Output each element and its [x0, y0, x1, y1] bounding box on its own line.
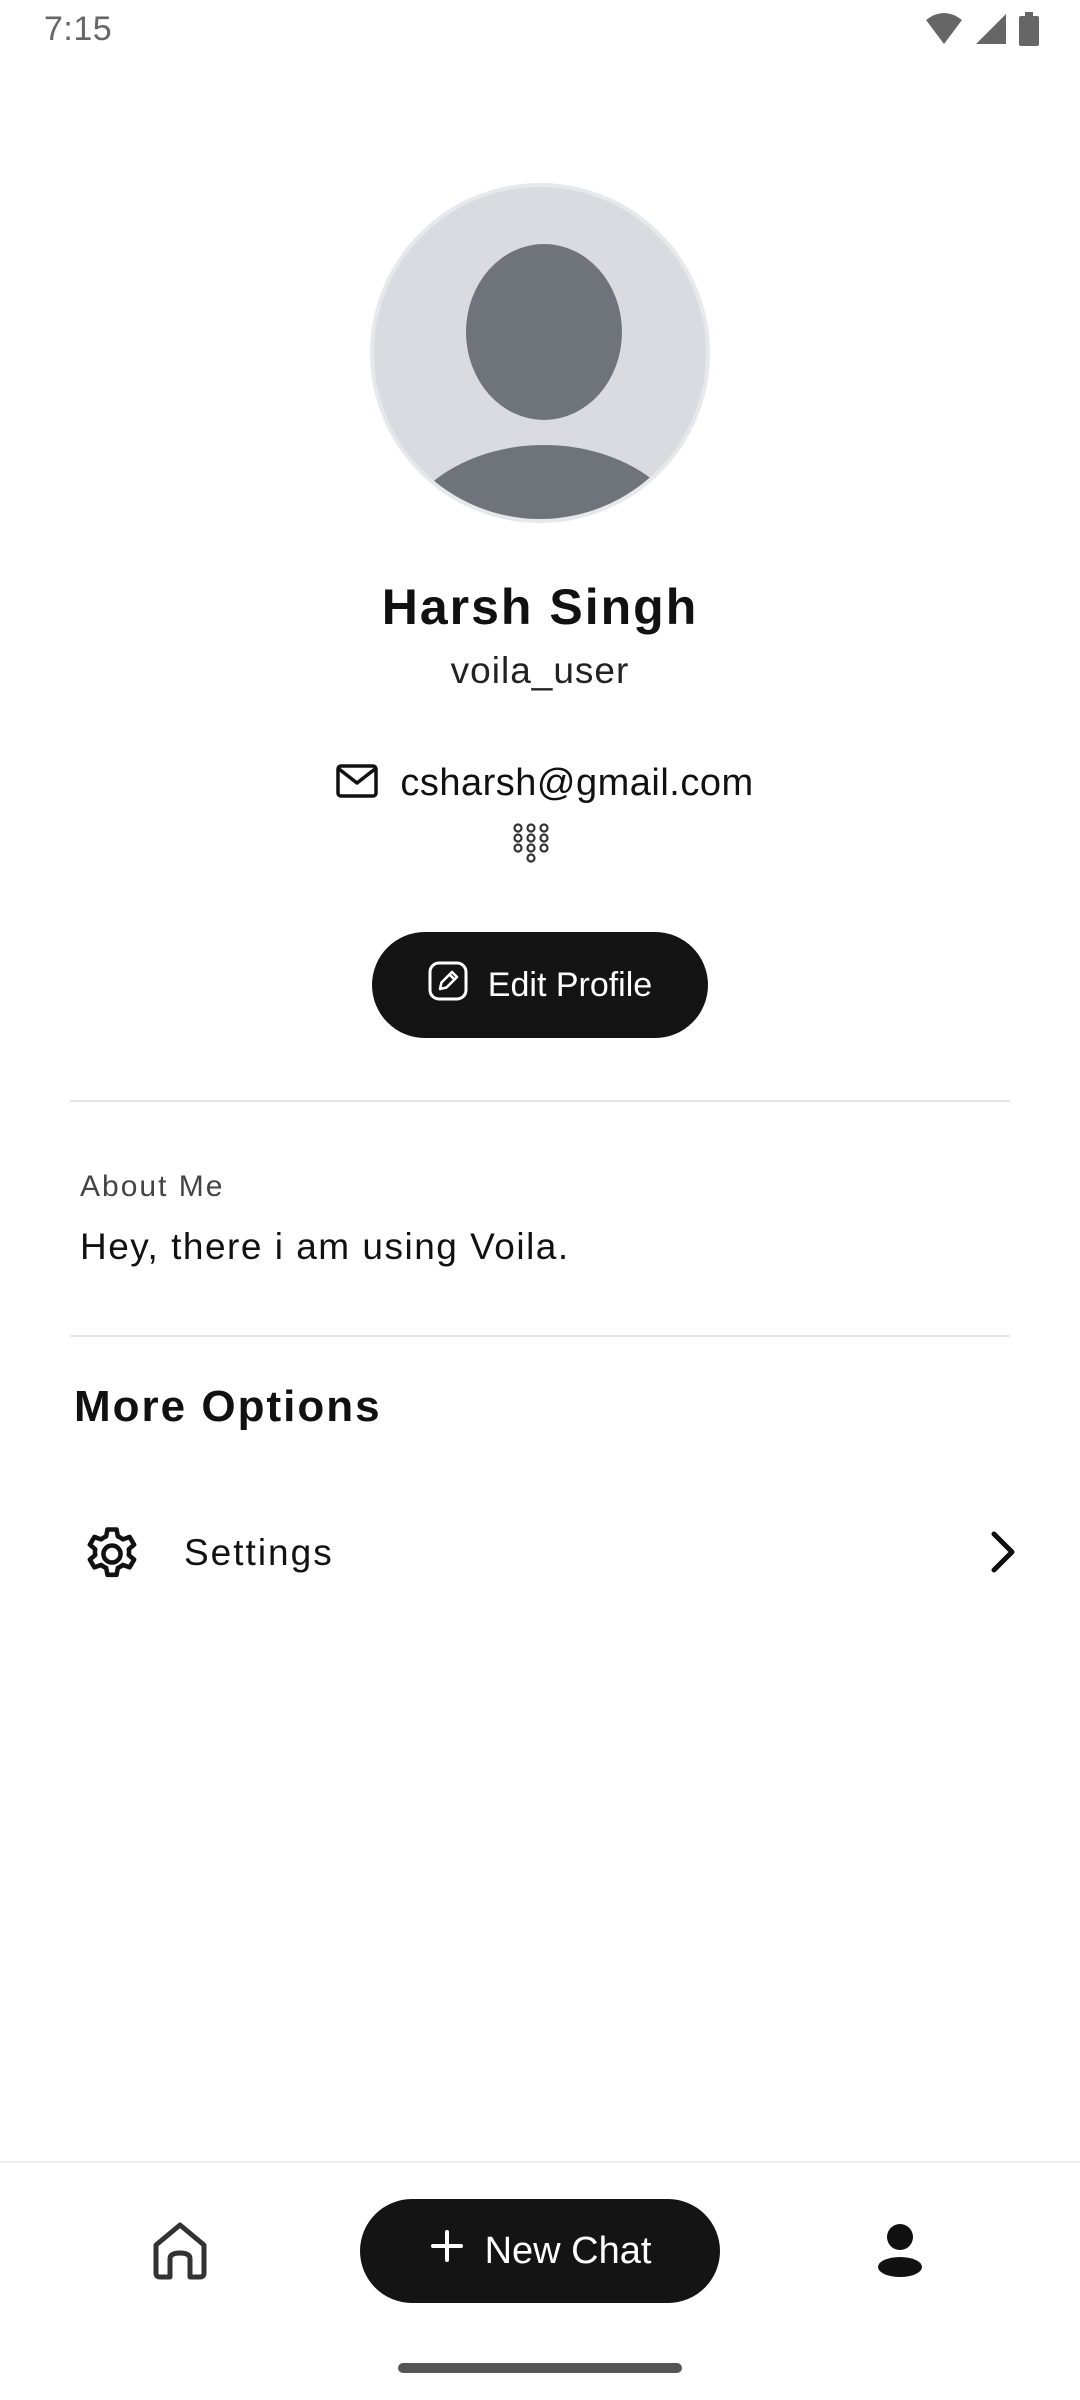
profile-screen: 7:15 Harsh Singh voila_user csharsh@gmai… — [0, 0, 1080, 2400]
edit-icon — [428, 961, 468, 1010]
nav-profile[interactable] — [860, 2212, 940, 2292]
settings-item[interactable]: Settings — [60, 1500, 1020, 1606]
profile-username: voila_user — [450, 650, 630, 691]
signal-icon — [974, 12, 1008, 51]
edit-profile-button[interactable]: Edit Profile — [372, 932, 708, 1038]
nav-home[interactable] — [140, 2212, 220, 2292]
default-avatar-icon — [402, 244, 686, 519]
avatar[interactable] — [370, 183, 710, 523]
chevron-right-icon — [986, 1528, 1020, 1581]
divider — [70, 1335, 1010, 1337]
settings-label: Settings — [184, 1532, 334, 1573]
battery-icon — [1018, 12, 1040, 51]
divider — [70, 1100, 1010, 1102]
plus-icon — [429, 2228, 465, 2274]
home-icon — [150, 2219, 210, 2286]
status-time: 7:15 — [44, 10, 113, 48]
mail-icon — [336, 764, 379, 803]
wifi-icon — [924, 12, 964, 51]
profile-email: csharsh@gmail.com — [400, 762, 754, 804]
profile-name: Harsh Singh — [381, 579, 699, 635]
new-chat-label: New Chat — [484, 2229, 652, 2272]
about-label: About Me — [80, 1170, 225, 1203]
dialpad-icon — [510, 823, 552, 868]
status-bar: 7:15 — [0, 0, 1080, 62]
profile-icon — [877, 2223, 923, 2282]
about-text: Hey, there i am using Voila. — [80, 1226, 570, 1267]
bottom-nav-divider — [0, 2161, 1080, 2163]
new-chat-button[interactable]: New Chat — [360, 2199, 720, 2303]
email-row: csharsh@gmail.com — [0, 762, 1080, 805]
edit-profile-label: Edit Profile — [487, 965, 653, 1004]
more-options-title: More Options — [74, 1382, 382, 1431]
gear-icon — [80, 1522, 144, 1591]
status-icons — [924, 12, 1040, 51]
home-indicator[interactable] — [398, 2363, 682, 2373]
